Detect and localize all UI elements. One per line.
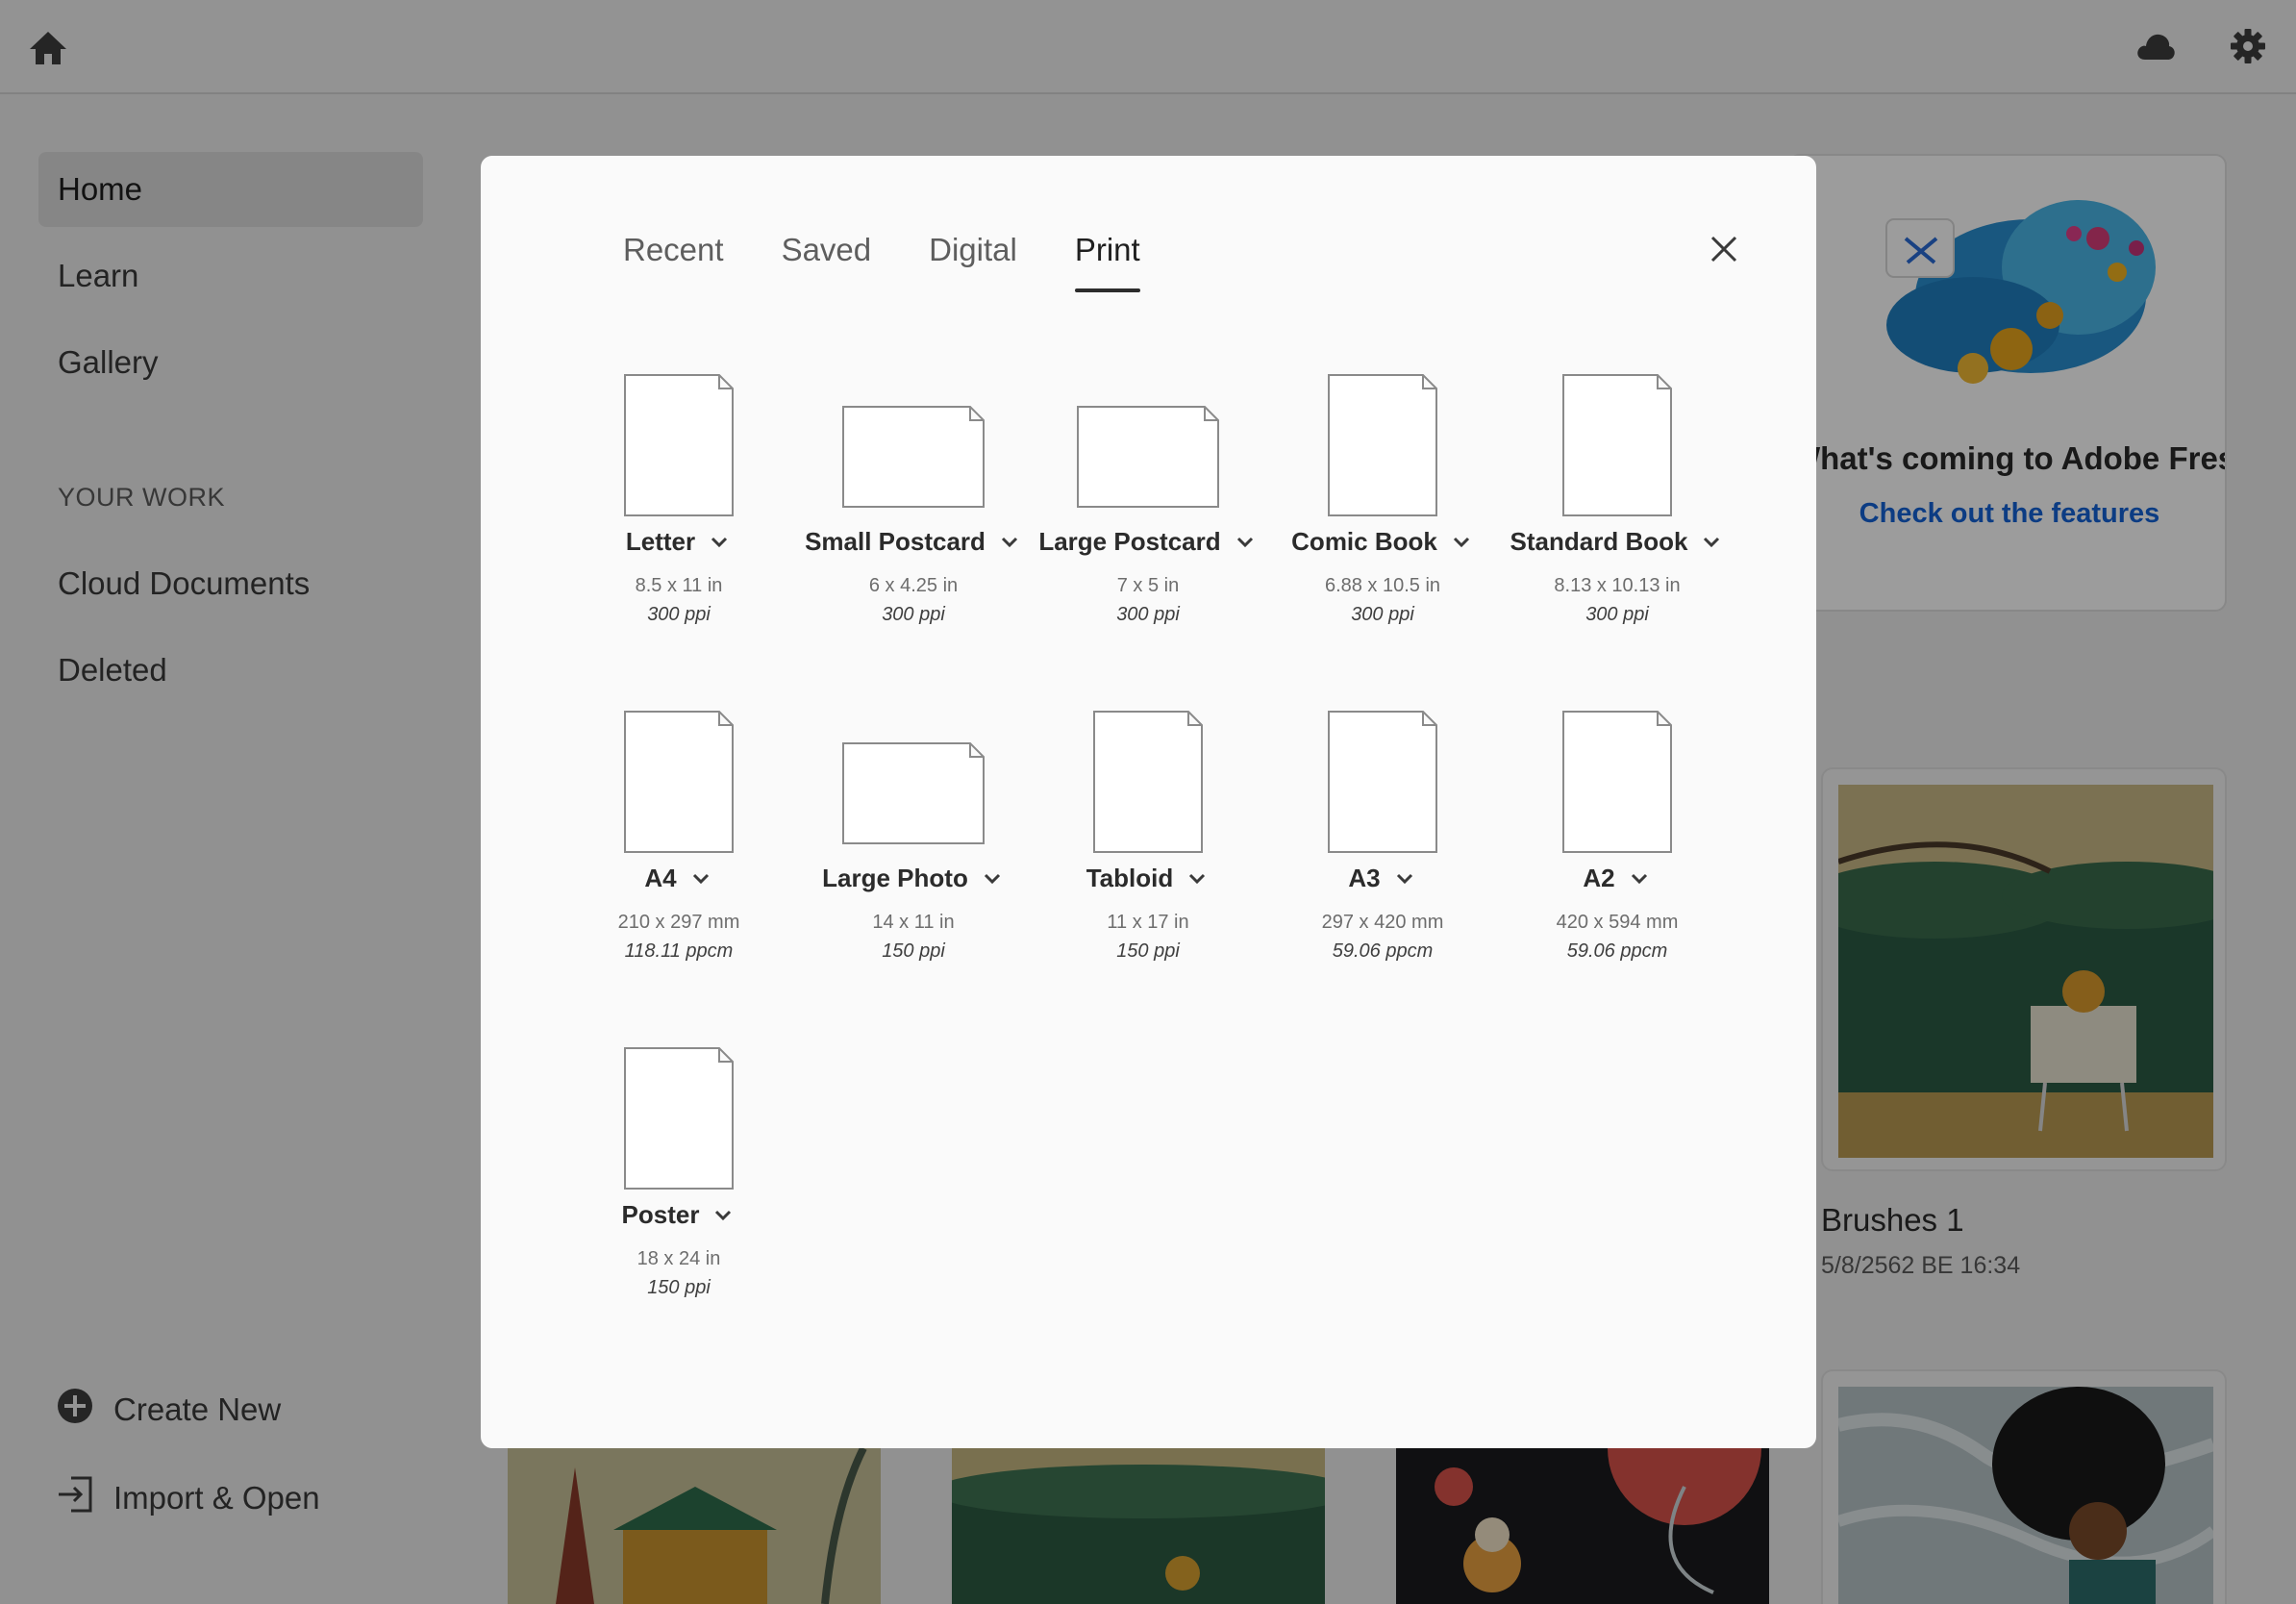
- preset-card[interactable]: A4 210 x 297 mm 118.11 ppcm: [562, 710, 796, 969]
- preset-size: 8.13 x 10.13 in: [1554, 575, 1681, 596]
- preset-size: 6 x 4.25 in: [868, 575, 959, 596]
- chevron-down-icon[interactable]: [688, 866, 713, 891]
- page-thumbnail-icon: [1265, 373, 1500, 517]
- preset-card[interactable]: Letter 8.5 x 11 in 300 ppi: [562, 373, 796, 633]
- preset-resolution: 59.06 ppcm: [1566, 940, 1668, 962]
- preset-resolution: 300 ppi: [1116, 604, 1180, 625]
- page-thumbnail-icon: [562, 373, 796, 517]
- page-thumbnail-icon: [1031, 710, 1265, 854]
- preset-name: A3: [1348, 864, 1381, 892]
- preset-card[interactable]: A2 420 x 594 mm 59.06 ppcm: [1500, 710, 1734, 969]
- preset-resolution: 150 ppi: [882, 940, 945, 962]
- preset-size: 210 x 297 mm: [617, 912, 740, 933]
- preset-card[interactable]: Poster 18 x 24 in 150 ppi: [562, 1046, 796, 1306]
- page-thumbnail-icon: [1500, 373, 1734, 517]
- preset-resolution: 150 ppi: [1116, 940, 1180, 962]
- chevron-down-icon[interactable]: [1449, 530, 1474, 555]
- preset-size: 297 x 420 mm: [1321, 912, 1444, 933]
- tab-print[interactable]: Print: [1074, 225, 1140, 292]
- preset-name-row: A4: [562, 864, 796, 893]
- tab-saved[interactable]: Saved: [782, 225, 872, 292]
- chevron-down-icon[interactable]: [1233, 530, 1258, 555]
- preset-size: 11 x 17 in: [1107, 912, 1189, 933]
- page-thumbnail-icon: [562, 710, 796, 854]
- preset-name-row: A3: [1265, 864, 1500, 893]
- page-thumbnail-icon: [796, 373, 1031, 517]
- preset-size: 7 x 5 in: [1116, 575, 1180, 596]
- preset-card[interactable]: A3 297 x 420 mm 59.06 ppcm: [1265, 710, 1500, 969]
- page-thumbnail-icon: [1500, 710, 1734, 854]
- preset-name-row: Large Postcard: [1031, 527, 1265, 557]
- preset-name: Large Postcard: [1038, 527, 1221, 556]
- preset-resolution: 59.06 ppcm: [1332, 940, 1434, 962]
- preset-name-row: Tabloid: [1031, 864, 1265, 893]
- preset-name: Letter: [625, 527, 696, 556]
- preset-size: 6.88 x 10.5 in: [1324, 575, 1441, 596]
- preset-card[interactable]: Large Postcard 7 x 5 in 300 ppi: [1031, 373, 1265, 633]
- chevron-down-icon[interactable]: [1627, 866, 1652, 891]
- preset-name: Comic Book: [1291, 527, 1437, 556]
- preset-name: Poster: [621, 1200, 700, 1229]
- preset-size: 420 x 594 mm: [1556, 912, 1679, 933]
- preset-tabs: Recent Saved Digital Print: [623, 225, 1198, 292]
- preset-name: Large Photo: [822, 864, 968, 892]
- preset-name: Small Postcard: [805, 527, 986, 556]
- preset-card[interactable]: Small Postcard 6 x 4.25 in 300 ppi: [796, 373, 1031, 633]
- preset-resolution: 300 ppi: [1351, 604, 1414, 625]
- preset-card[interactable]: Tabloid 11 x 17 in 150 ppi: [1031, 710, 1265, 969]
- preset-resolution: 150 ppi: [647, 1277, 711, 1298]
- preset-resolution: 118.11 ppcm: [624, 940, 734, 962]
- chevron-down-icon[interactable]: [1185, 866, 1210, 891]
- chevron-down-icon[interactable]: [980, 866, 1005, 891]
- chevron-down-icon[interactable]: [707, 530, 732, 555]
- preset-name-row: Letter: [562, 527, 796, 557]
- tab-digital[interactable]: Digital: [929, 225, 1017, 292]
- chevron-down-icon[interactable]: [711, 1203, 736, 1228]
- preset-resolution: 300 ppi: [647, 604, 711, 625]
- preset-name-row: Poster: [562, 1200, 796, 1230]
- close-icon[interactable]: [1700, 225, 1748, 273]
- preset-card[interactable]: Large Photo 14 x 11 in 150 ppi: [796, 710, 1031, 969]
- chevron-down-icon[interactable]: [1392, 866, 1417, 891]
- preset-card[interactable]: Comic Book 6.88 x 10.5 in 300 ppi: [1265, 373, 1500, 633]
- page-thumbnail-icon: [796, 710, 1031, 854]
- preset-name-row: A2: [1500, 864, 1734, 893]
- preset-name-row: Large Photo: [796, 864, 1031, 893]
- preset-name: Standard Book: [1510, 527, 1688, 556]
- preset-name: A2: [1583, 864, 1615, 892]
- preset-name-row: Standard Book: [1500, 527, 1734, 557]
- preset-name: Tabloid: [1086, 864, 1174, 892]
- preset-card[interactable]: Standard Book 8.13 x 10.13 in 300 ppi: [1500, 373, 1734, 633]
- page-thumbnail-icon: [1265, 710, 1500, 854]
- chevron-down-icon[interactable]: [1699, 530, 1724, 555]
- preset-name-row: Small Postcard: [796, 527, 1031, 557]
- chevron-down-icon[interactable]: [997, 530, 1022, 555]
- page-thumbnail-icon: [1031, 373, 1265, 517]
- preset-resolution: 300 ppi: [882, 604, 945, 625]
- preset-name-row: Comic Book: [1265, 527, 1500, 557]
- tab-recent[interactable]: Recent: [623, 225, 724, 292]
- preset-resolution: 300 ppi: [1585, 604, 1649, 625]
- preset-size: 18 x 24 in: [636, 1248, 721, 1269]
- preset-name: A4: [644, 864, 677, 892]
- preset-size: 8.5 x 11 in: [635, 575, 723, 596]
- preset-size: 14 x 11 in: [872, 912, 955, 933]
- new-canvas-dialog: Recent Saved Digital Print Letter 8.5 x 1…: [481, 156, 1816, 1448]
- page-thumbnail-icon: [562, 1046, 796, 1190]
